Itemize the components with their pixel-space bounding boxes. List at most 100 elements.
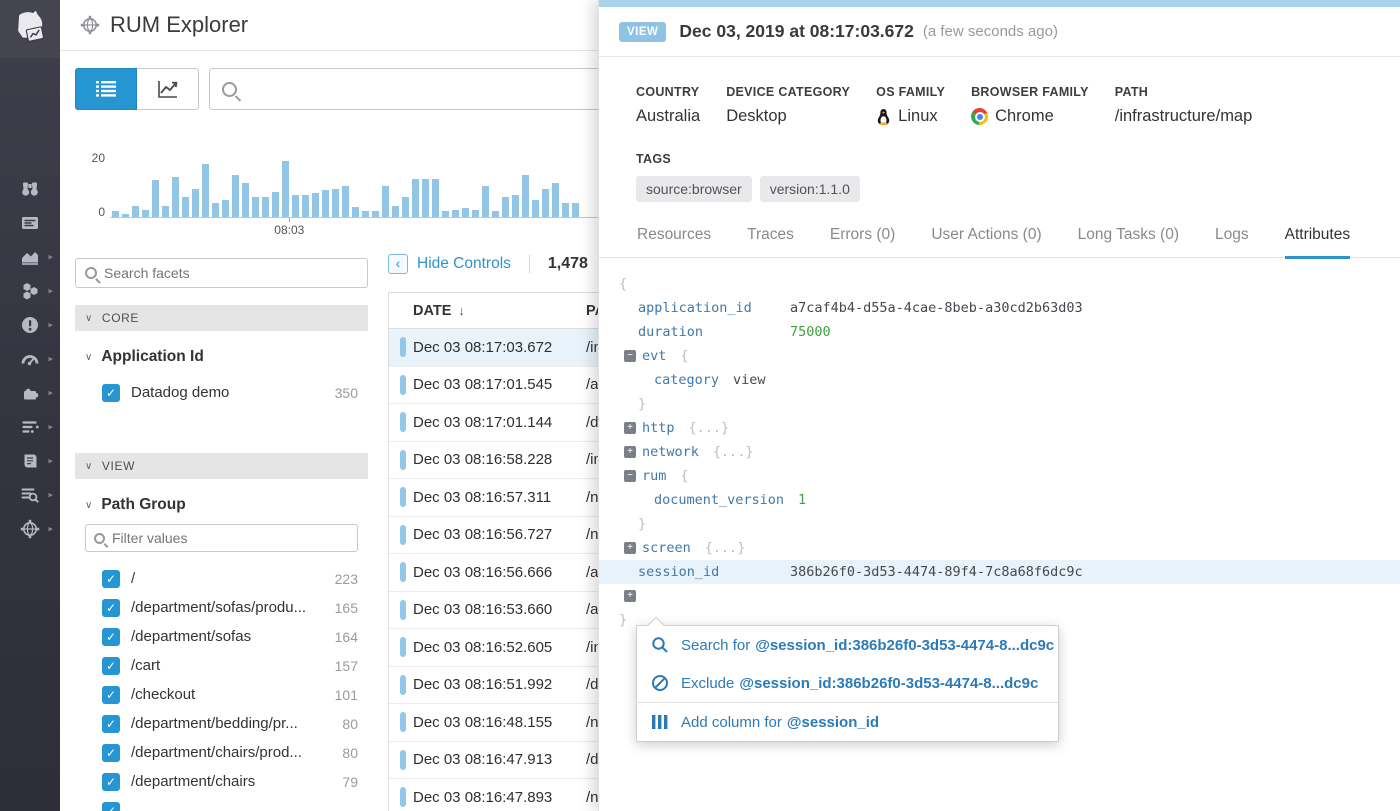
attr-key[interactable]: application_id — [638, 296, 776, 320]
histogram-bar[interactable] — [502, 197, 509, 217]
expand-icon[interactable]: + — [624, 446, 636, 458]
menu-item-search-for[interactable]: Search for@session_id:386b26f0-3d53-4474… — [637, 626, 1058, 664]
facet-search-input[interactable] — [104, 265, 367, 281]
tag-pill[interactable]: source:browser — [636, 176, 752, 202]
sidebar-item-rum[interactable]: ▸ — [0, 512, 60, 546]
tab-resources[interactable]: Resources — [637, 226, 711, 259]
histogram-bar[interactable] — [262, 197, 269, 217]
menu-item-add-column-for[interactable]: Add column for@session_id — [637, 703, 1058, 741]
histogram-bar[interactable] — [452, 210, 459, 217]
facet-value-row[interactable]: ✓ /checkout 101 — [75, 680, 368, 709]
attr-line-session_id[interactable]: session_id386b26f0-3d53-4474-89f4-7c8a68… — [599, 560, 1400, 584]
checkbox-checked[interactable]: ✓ — [102, 599, 120, 617]
histogram-bar[interactable] — [412, 179, 419, 217]
sidebar-item-logs[interactable]: ▸ — [0, 478, 60, 512]
histogram-bar[interactable] — [462, 208, 469, 217]
histogram-bar[interactable] — [482, 186, 489, 217]
histogram-bar[interactable] — [122, 214, 129, 217]
collapse-icon[interactable]: − — [624, 350, 636, 362]
histogram-bar[interactable] — [432, 179, 439, 217]
checkbox-checked[interactable]: ✓ — [102, 802, 120, 811]
attr-key[interactable]: document_version — [654, 492, 784, 508]
histogram-bar[interactable] — [562, 203, 569, 217]
attr-key[interactable]: network — [642, 444, 699, 460]
expand-icon[interactable]: + — [624, 422, 636, 434]
histogram-bar[interactable] — [352, 207, 359, 217]
facet-application-id[interactable]: ∨ Application Id — [75, 348, 368, 366]
histogram-bar[interactable] — [342, 186, 349, 217]
attr-key[interactable]: rum — [642, 468, 666, 484]
list-view-button[interactable] — [75, 68, 137, 110]
sidebar-item-events[interactable] — [0, 206, 60, 240]
attr-value[interactable]: 75000 — [790, 324, 831, 340]
facet-value-row[interactable]: ✓ /department/bedding/pr... 80 — [75, 709, 368, 738]
histogram-bar[interactable] — [252, 197, 259, 217]
histogram-bar[interactable] — [392, 206, 399, 217]
attr-key[interactable]: category — [654, 372, 719, 388]
attr-value[interactable]: 1 — [798, 492, 806, 508]
facet-value-row[interactable]: ✓ Datadog demo 350 — [75, 378, 368, 407]
histogram-bar[interactable] — [192, 189, 199, 217]
histogram-bar[interactable] — [272, 192, 279, 217]
sidebar-item-monitors[interactable]: ▸ — [0, 308, 60, 342]
timeseries-view-button[interactable] — [137, 68, 199, 110]
attr-value[interactable]: view — [733, 372, 766, 388]
collapse-icon[interactable]: − — [624, 470, 636, 482]
attr-key[interactable]: screen — [642, 540, 691, 556]
sidebar-item-dashboards[interactable]: ▸ — [0, 240, 60, 274]
attr-line-evt[interactable]: −evt{ — [599, 344, 1400, 368]
histogram-bar[interactable] — [552, 183, 559, 217]
sidebar-item-notebooks[interactable]: ▸ — [0, 444, 60, 478]
sidebar-item-apm[interactable]: ▸ — [0, 410, 60, 444]
attr-line-punct[interactable]: + — [599, 584, 1400, 608]
histogram-bar[interactable] — [492, 211, 499, 217]
facet-value-row[interactable]: ✓ /department/sofas 164 — [75, 622, 368, 651]
attr-key[interactable]: session_id — [638, 560, 776, 584]
histogram-bar[interactable] — [152, 180, 159, 217]
histogram-bar[interactable] — [512, 195, 519, 217]
histogram-bar[interactable] — [282, 161, 289, 217]
attr-line-rum[interactable]: −rum{ — [599, 464, 1400, 488]
attr-line-application_id[interactable]: application_ida7caf4b4-d55a-4cae-8beb-a3… — [599, 296, 1400, 320]
datadog-logo[interactable] — [0, 0, 60, 58]
histogram-bar[interactable] — [292, 195, 299, 217]
facet-value-row[interactable]: ✓ /department/chairs/prod... 80 — [75, 738, 368, 767]
histogram-bar[interactable] — [372, 211, 379, 217]
histogram-bar[interactable] — [572, 203, 579, 217]
column-header-date[interactable]: DATE↓ — [413, 303, 465, 319]
checkbox-checked[interactable]: ✓ — [102, 686, 120, 704]
attr-line-network[interactable]: +network{...} — [599, 440, 1400, 464]
histogram-bar[interactable] — [182, 197, 189, 217]
facet-value-row[interactable]: ✓ — [75, 796, 368, 811]
facet-value-row[interactable]: ✓ /department/chairs 79 — [75, 767, 368, 796]
histogram-bar[interactable] — [382, 186, 389, 217]
attr-key[interactable]: duration — [638, 320, 776, 344]
sidebar-item-infrastructure[interactable]: ▸ — [0, 274, 60, 308]
tag-pill[interactable]: version:1.1.0 — [760, 176, 860, 202]
histogram-bar[interactable] — [302, 195, 309, 217]
checkbox-checked[interactable]: ✓ — [102, 570, 120, 588]
histogram-bar[interactable] — [472, 210, 479, 217]
facet-section-view[interactable]: ∨ VIEW — [75, 453, 368, 479]
histogram-bar[interactable] — [222, 200, 229, 217]
expand-icon[interactable]: + — [624, 542, 636, 554]
tab-traces[interactable]: Traces — [747, 226, 794, 259]
facet-search-box[interactable] — [75, 258, 368, 288]
tab-long-tasks[interactable]: Long Tasks (0) — [1078, 226, 1179, 259]
histogram-bar[interactable] — [112, 211, 119, 217]
facet-value-row[interactable]: ✓ / 223 — [75, 564, 368, 593]
tab-logs[interactable]: Logs — [1215, 226, 1249, 259]
histogram-bar[interactable] — [532, 200, 539, 217]
attr-line-screen[interactable]: +screen{...} — [599, 536, 1400, 560]
facet-path-group[interactable]: ∨ Path Group — [75, 496, 368, 514]
histogram-bar[interactable] — [162, 206, 169, 217]
histogram-bar[interactable] — [242, 183, 249, 217]
sidebar-item-watchdog[interactable] — [0, 172, 60, 206]
checkbox-checked[interactable]: ✓ — [102, 384, 120, 402]
attr-key[interactable]: evt — [642, 348, 666, 364]
histogram-bar[interactable] — [142, 210, 149, 217]
collapse-controls-icon[interactable]: ‹ — [388, 254, 408, 274]
histogram-bar[interactable] — [312, 193, 319, 217]
tab-errors[interactable]: Errors (0) — [830, 226, 895, 259]
facet-value-row[interactable]: ✓ /department/sofas/produ... 165 — [75, 593, 368, 622]
